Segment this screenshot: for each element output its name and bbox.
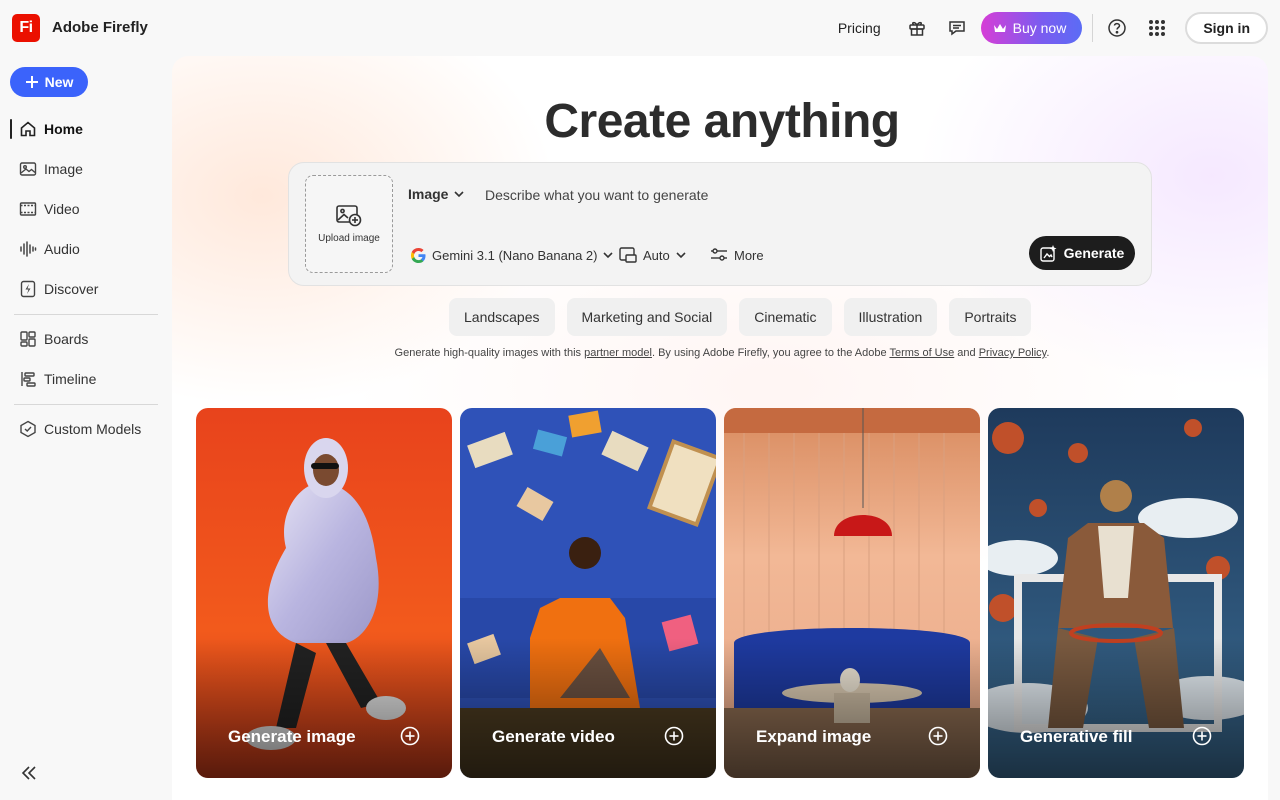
sidebar-item-boards[interactable]: Boards	[10, 323, 160, 355]
card-shade	[724, 638, 980, 778]
privacy-policy-link[interactable]: Privacy Policy	[979, 347, 1047, 359]
new-button[interactable]: New	[10, 67, 88, 97]
sidebar-item-timeline[interactable]: Timeline	[10, 363, 160, 395]
chip-cinematic[interactable]: Cinematic	[739, 298, 832, 336]
crown-icon	[993, 24, 1006, 32]
chat-icon[interactable]	[941, 12, 973, 44]
sidebar-item-label: Home	[44, 121, 83, 137]
legal-text: and	[954, 347, 979, 359]
chevron-down-icon	[676, 251, 686, 258]
video-icon	[18, 199, 38, 219]
sidebar-divider	[14, 314, 158, 315]
generate-button[interactable]: Generate	[1029, 236, 1135, 270]
chip-illustration[interactable]: Illustration	[843, 298, 938, 336]
sidebar-item-video[interactable]: Video	[10, 193, 160, 225]
page-title: Create anything	[544, 95, 900, 148]
sidebar-item-home[interactable]: Home	[10, 113, 160, 145]
card-label: Generate video	[492, 727, 615, 746]
prompt-input[interactable]	[485, 185, 1125, 205]
buy-now-button[interactable]: Buy now	[980, 12, 1083, 44]
model-label: Gemini 3.1 (Nano Banana 2)	[432, 247, 598, 263]
content-type-label: Image	[408, 186, 449, 202]
chip-landscapes[interactable]: Landscapes	[449, 298, 555, 336]
sidebar-item-label: Audio	[44, 241, 80, 257]
sidebar-item-label: Video	[44, 201, 80, 217]
legal-text: .	[1046, 347, 1050, 359]
plus-circle-icon	[928, 726, 948, 746]
sidebar-item-label: Timeline	[44, 371, 97, 387]
image-icon	[18, 159, 38, 179]
legal-text: Generate high-quality images with this	[394, 347, 585, 359]
card-label: Generative fill	[1020, 727, 1133, 746]
plus-circle-icon	[1192, 726, 1212, 746]
collapse-sidebar-icon[interactable]	[18, 762, 40, 784]
model-dropdown[interactable]: Gemini 3.1 (Nano Banana 2)	[411, 243, 614, 267]
card-label: Generate image	[228, 727, 356, 746]
top-header: Fi Adobe Firefly Pricing Buy now Sign in	[0, 0, 1280, 56]
left-sidebar: New Home Image Video Audio Discover Boar…	[0, 56, 172, 800]
help-icon[interactable]	[1101, 12, 1133, 44]
plus-circle-icon	[664, 726, 684, 746]
legal-text: . By using Adobe Firefly, you agree to t…	[651, 347, 890, 359]
sidebar-item-image[interactable]: Image	[10, 153, 160, 185]
pricing-link[interactable]: Pricing	[838, 20, 881, 36]
main-content: Create anything Upload image Image Gemin…	[172, 56, 1268, 800]
sidebar-item-label: Boards	[44, 331, 89, 347]
generate-image-card[interactable]: Generate image	[196, 408, 452, 778]
generate-label: Generate	[1063, 245, 1125, 261]
adobe-firefly-logo[interactable]: Fi	[12, 14, 40, 42]
gift-icon[interactable]	[901, 12, 933, 44]
sidebar-item-audio[interactable]: Audio	[10, 233, 160, 265]
header-actions: Pricing Buy now Sign in	[838, 12, 1268, 44]
buy-now-label: Buy now	[1012, 20, 1067, 36]
chip-portraits[interactable]: Portraits	[949, 298, 1032, 336]
sidebar-item-custom-models[interactable]: Custom Models	[10, 413, 160, 445]
custom-models-icon	[18, 419, 38, 439]
generative-fill-card[interactable]: Generative fill	[988, 408, 1244, 778]
audio-icon	[18, 239, 38, 259]
sidebar-item-label: Discover	[44, 281, 99, 297]
chevron-down-icon	[603, 251, 614, 258]
header-divider	[1092, 14, 1094, 42]
aspect-ratio-label: Auto	[643, 247, 670, 263]
upload-image-label: Upload image	[318, 232, 380, 244]
content-type-dropdown[interactable]: Image	[408, 186, 465, 202]
google-icon	[411, 247, 426, 263]
more-settings-button[interactable]: More	[710, 243, 764, 267]
plus-icon	[25, 76, 38, 88]
card-label: Expand image	[756, 727, 872, 746]
partner-model-link[interactable]: partner model	[584, 347, 652, 359]
sidebar-item-discover[interactable]: Discover	[10, 273, 160, 305]
generate-video-card[interactable]: Generate video	[460, 408, 716, 778]
sidebar-divider	[14, 404, 158, 405]
discover-icon	[18, 279, 38, 299]
terms-of-use-link[interactable]: Terms of Use	[889, 347, 954, 359]
suggestion-chips: Landscapes Marketing and Social Cinemati…	[449, 298, 1032, 336]
chip-marketing-and-social[interactable]: Marketing and Social	[566, 298, 728, 336]
new-button-label: New	[44, 74, 74, 90]
card-shade	[196, 638, 452, 778]
apps-grid-icon[interactable]	[1141, 12, 1173, 44]
generate-sparkle-icon	[1039, 245, 1057, 262]
prompt-panel: Upload image Image Gemini 3.1 (Nano Bana…	[288, 162, 1152, 286]
aspect-ratio-dropdown[interactable]: Auto	[619, 243, 686, 267]
card-shade	[988, 638, 1244, 778]
brand-name[interactable]: Adobe Firefly	[52, 19, 148, 36]
boards-icon	[18, 329, 38, 349]
home-icon	[18, 119, 38, 139]
expand-image-card[interactable]: Expand image	[724, 408, 980, 778]
legal-notice: Generate high-quality images with this p…	[172, 347, 1268, 359]
sliders-icon	[711, 248, 727, 261]
upload-image-button[interactable]: Upload image	[305, 175, 393, 273]
add-image-icon	[336, 204, 362, 226]
plus-circle-icon	[400, 726, 420, 746]
sidebar-item-label: Image	[44, 161, 83, 177]
timeline-icon	[18, 369, 38, 389]
more-settings-label: More	[734, 247, 764, 263]
chevron-down-icon	[454, 190, 465, 197]
card-shade	[460, 638, 716, 778]
sign-in-button[interactable]: Sign in	[1185, 12, 1268, 44]
aspect-ratio-icon	[619, 247, 637, 263]
sidebar-item-label: Custom Models	[44, 421, 142, 437]
